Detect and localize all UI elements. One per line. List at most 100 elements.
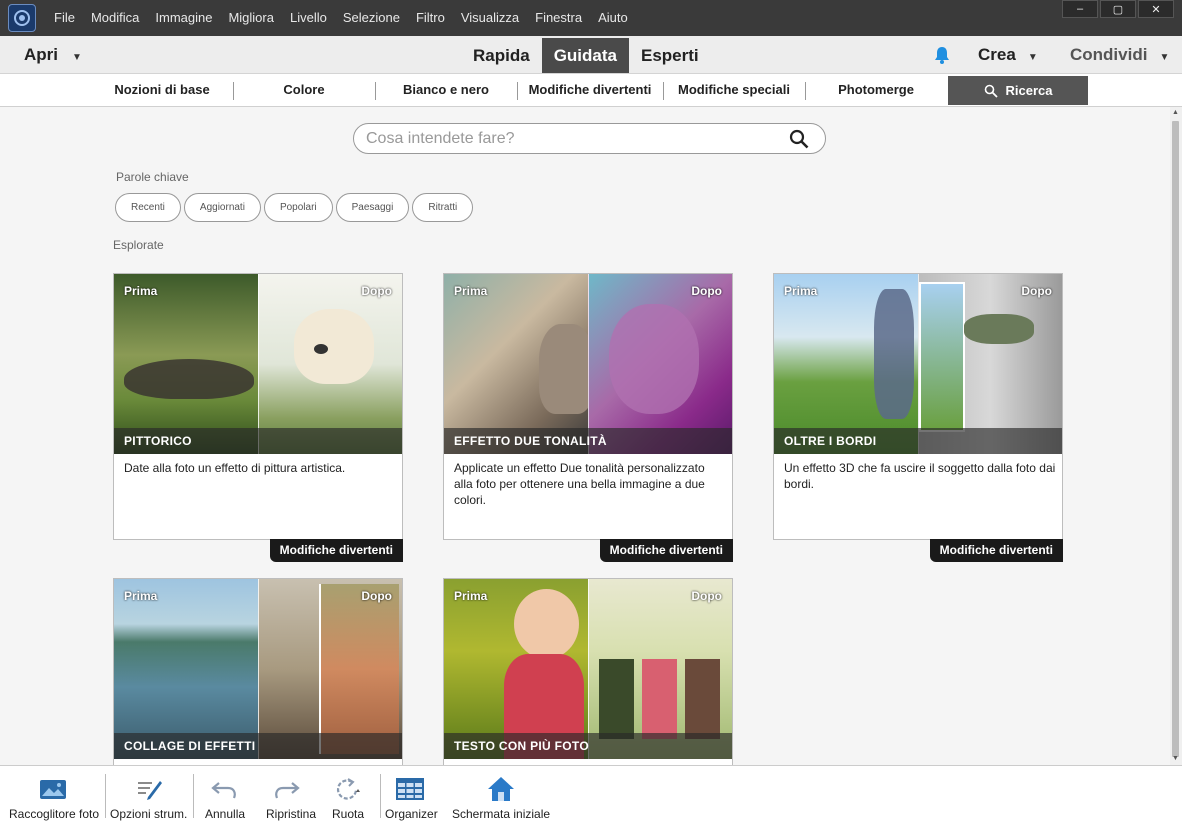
minimize-button[interactable]: –	[1062, 0, 1098, 18]
rotate-icon	[336, 778, 360, 800]
effect-card-effetto-due-tonalita[interactable]: Prima Dopo EFFETTO DUE TONALITÀ Applicat…	[443, 273, 733, 562]
menu-modifica[interactable]: Modifica	[83, 0, 147, 36]
redo-icon	[275, 782, 300, 799]
search-input[interactable]	[366, 128, 786, 150]
card-thumbnail: Prima Dopo EFFETTO DUE TONALITÀ	[444, 274, 732, 454]
share-label: Condividi	[1070, 45, 1148, 64]
chevron-down-icon: ▼	[72, 52, 82, 63]
menu-filtro[interactable]: Filtro	[408, 0, 453, 36]
chip-recenti[interactable]: Recenti	[115, 193, 181, 222]
maximize-button[interactable]: ▢	[1100, 0, 1136, 18]
card-category-tag[interactable]: Modifiche divertenti	[269, 539, 403, 562]
tab-rapida[interactable]: Rapida	[461, 38, 542, 73]
after-label: Dopo	[361, 284, 392, 298]
open-button[interactable]: Apri ▼	[24, 36, 82, 74]
tool-label: Organizer	[385, 807, 438, 821]
rotate-button[interactable]: Ruota	[322, 766, 378, 822]
category-modifiche-speciali[interactable]: Modifiche speciali	[664, 74, 804, 106]
effect-card-collage-di-effetti[interactable]: Prima Dopo COLLAGE DI EFFETTI	[113, 578, 403, 765]
category-ricerca[interactable]: Ricerca	[948, 76, 1088, 105]
bottom-toolbar: Raccoglitore foto Opzioni strum. Annulla…	[0, 765, 1182, 822]
tab-guidata[interactable]: Guidata	[541, 38, 629, 73]
before-label: Prima	[784, 284, 818, 298]
mode-bar: Apri ▼ Rapida Guidata Esperti Crea ▼ Condi…	[0, 36, 1182, 74]
effect-card-pittorico[interactable]: Prima Dopo PITTORICO Date alla foto un e…	[113, 273, 403, 562]
home-screen-button[interactable]: Schermata iniziale	[450, 766, 558, 822]
tool-options-button[interactable]: Opzioni strum.	[107, 766, 193, 822]
card-category-tag[interactable]: Modifiche divertenti	[929, 539, 1063, 562]
menu-immagine[interactable]: Immagine	[147, 0, 220, 36]
redo-button[interactable]: Ripristina	[258, 766, 316, 822]
scroll-up-icon[interactable]: ▲	[1172, 109, 1179, 116]
category-nozioni-di-base[interactable]: Nozioni di base	[92, 74, 232, 106]
card-title: PITTORICO	[114, 428, 402, 454]
notification-bell-icon[interactable]	[932, 45, 952, 65]
effect-card-testo-con-piu-foto[interactable]: Prima Dopo TESTO CON PIÙ FOTO	[443, 578, 733, 765]
search-icon	[984, 84, 998, 98]
before-image	[114, 579, 258, 759]
tool-label: Opzioni strum.	[110, 807, 188, 821]
scroll-down-icon[interactable]: ▼	[1172, 755, 1179, 762]
keyword-chips: Recenti Aggiornati Popolari Paesaggi Rit…	[115, 193, 476, 222]
menu-finestra[interactable]: Finestra	[527, 0, 590, 36]
menu-file[interactable]: File	[46, 0, 83, 36]
after-image	[918, 274, 1062, 454]
chip-popolari[interactable]: Popolari	[263, 193, 333, 222]
menu-visualizza[interactable]: Visualizza	[453, 0, 527, 36]
after-image	[588, 274, 732, 454]
keywords-label: Parole chiave	[116, 170, 189, 184]
photo-bin-button[interactable]: Raccoglitore foto	[0, 766, 106, 822]
ricerca-label: Ricerca	[1005, 83, 1053, 98]
category-colore[interactable]: Colore	[234, 74, 374, 106]
chip-paesaggi[interactable]: Paesaggi	[335, 193, 410, 222]
organizer-button[interactable]: Organizer	[383, 766, 441, 822]
vertical-scrollbar[interactable]: ▲ ▼	[1170, 107, 1182, 765]
card-category-tag[interactable]: Modifiche divertenti	[599, 539, 733, 562]
photo-bin-icon	[40, 780, 66, 799]
chevron-down-icon: ▼	[1159, 52, 1170, 63]
category-photomerge[interactable]: Photomerge	[806, 74, 946, 106]
card-thumbnail: Prima Dopo COLLAGE DI EFFETTI	[114, 579, 402, 759]
after-label: Dopo	[361, 589, 392, 603]
menu-livello[interactable]: Livello	[282, 0, 335, 36]
card-description: Applicate un effetto Due tonalità person…	[454, 461, 705, 507]
menu-bar: File Modifica Immagine Migliora Livello …	[0, 0, 1182, 36]
category-modifiche-divertenti[interactable]: Modifiche divertenti	[518, 74, 662, 106]
card-title: OLTRE I BORDI	[774, 428, 1062, 454]
close-button[interactable]: ✕	[1138, 0, 1174, 18]
chip-ritratti[interactable]: Ritratti	[412, 193, 474, 222]
card-title: COLLAGE DI EFFETTI	[114, 733, 402, 759]
tool-label: Ripristina	[266, 807, 317, 821]
share-button[interactable]: Condividi ▼	[1070, 36, 1169, 74]
card-thumbnail: Prima Dopo TESTO CON PIÙ FOTO	[444, 579, 732, 759]
effect-card-oltre-i-bordi[interactable]: Prima Dopo OLTRE I BORDI Un effetto 3D c…	[773, 273, 1063, 562]
after-image	[258, 579, 402, 759]
menu-selezione[interactable]: Selezione	[335, 0, 408, 36]
before-image	[444, 579, 588, 759]
scroll-thumb[interactable]	[1172, 121, 1179, 757]
create-button[interactable]: Crea ▼	[978, 36, 1038, 74]
menu-migliora[interactable]: Migliora	[220, 0, 282, 36]
app-logo-icon	[8, 4, 36, 32]
card-description: Date alla foto un effetto di pittura art…	[124, 461, 346, 475]
explore-label: Esplorate	[113, 238, 164, 252]
before-label: Prima	[124, 589, 158, 603]
tab-esperti[interactable]: Esperti	[629, 38, 711, 73]
search-icon[interactable]	[789, 129, 809, 149]
create-label: Crea	[978, 45, 1016, 64]
open-label: Apri	[24, 45, 58, 64]
before-image	[774, 274, 918, 454]
after-label: Dopo	[1021, 284, 1052, 298]
before-label: Prima	[454, 589, 488, 603]
toolbar-divider	[380, 774, 381, 818]
menu-aiuto[interactable]: Aiuto	[590, 0, 636, 36]
before-label: Prima	[124, 284, 158, 298]
before-label: Prima	[454, 284, 488, 298]
chip-aggiornati[interactable]: Aggiornati	[183, 193, 261, 222]
undo-button[interactable]: Annulla	[196, 766, 254, 822]
mode-tabs: Rapida Guidata Esperti	[461, 38, 711, 73]
home-icon	[488, 777, 514, 801]
window-controls: – ▢ ✕	[1060, 0, 1174, 18]
tool-label: Schermata iniziale	[452, 807, 551, 821]
category-bianco-e-nero[interactable]: Bianco e nero	[376, 74, 516, 106]
